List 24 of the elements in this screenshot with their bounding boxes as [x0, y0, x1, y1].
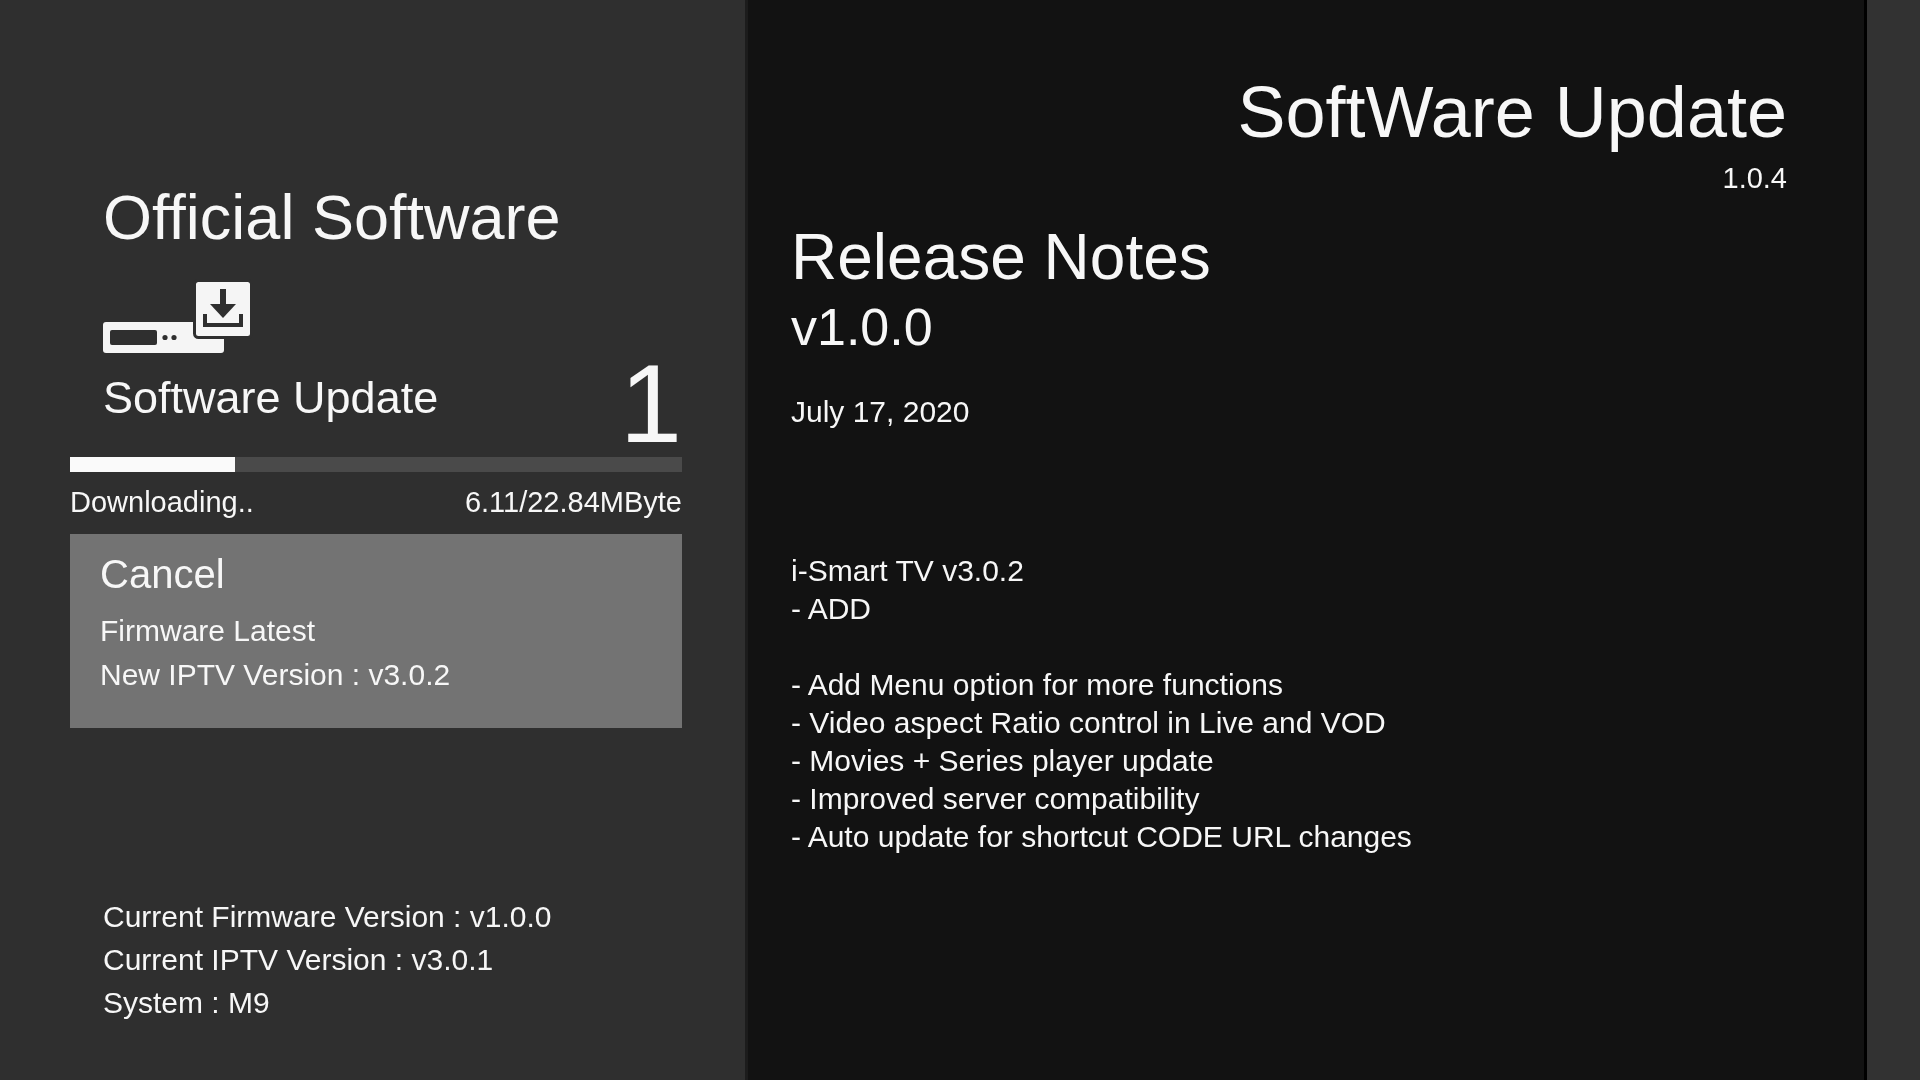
option-detail: Firmware Latest [100, 612, 316, 649]
change-item: - Add Menu option for more functions [791, 667, 1283, 703]
option-label: Cancel [100, 553, 225, 594]
system-info-line: Current IPTV Version : v3.0.1 [103, 941, 494, 978]
change-item: - Auto update for shortcut CODE URL changes [791, 819, 1412, 855]
option-detail: New IPTV Version : v3.0.2 [100, 656, 451, 693]
download-status: Downloading.. [70, 487, 254, 517]
change-item: - Movies + Series player update [791, 743, 1214, 779]
panel-title: Official Software [103, 186, 561, 249]
section-label: - ADD [791, 591, 871, 627]
release-date: July 17, 2020 [791, 397, 970, 427]
change-item: - Video aspect Ratio control in Live and VOD [791, 705, 1386, 741]
device-download-icon [103, 279, 253, 353]
cancel-option[interactable]: Cancel Firmware Latest New IPTV Version : v3.0.2 [70, 533, 682, 728]
release-notes-title: Release Notes [791, 225, 1211, 289]
download-size: 6.11/22.84MByte [464, 487, 682, 517]
release-version: v1.0.0 [791, 301, 933, 353]
product-name: i-Smart TV v3.0.2 [791, 553, 1024, 589]
system-info-line: System : M9 [103, 984, 270, 1021]
update-title: Software Update [103, 374, 439, 420]
update-count: 1 [619, 359, 682, 449]
change-item: - Improved server compatibility [791, 781, 1200, 817]
app-version: 1.0.4 [1722, 164, 1787, 193]
system-info-line: Current Firmware Version : v1.0.0 [103, 898, 552, 935]
